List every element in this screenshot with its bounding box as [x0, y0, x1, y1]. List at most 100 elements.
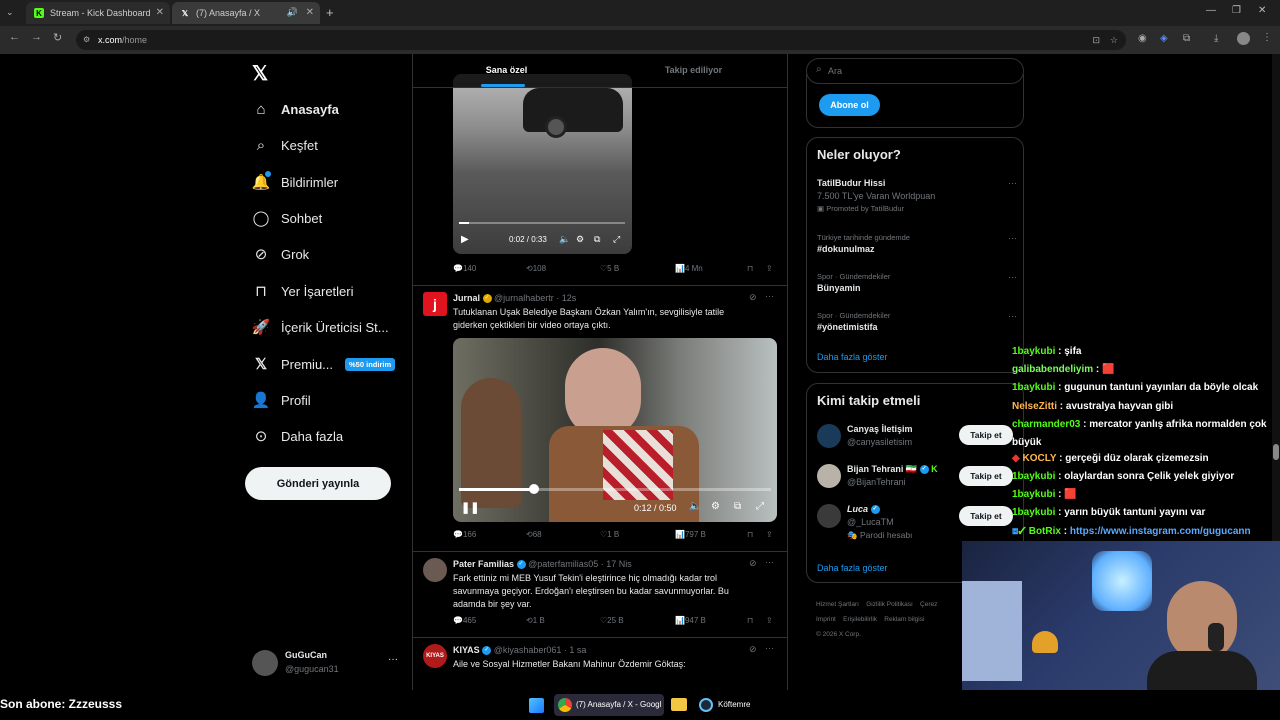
reply-action[interactable]: 💬 166 [453, 530, 476, 539]
x-logo-icon[interactable]: 𝕏 [252, 61, 268, 86]
volume-icon[interactable]: 🔈 [689, 501, 701, 512]
follow-button[interactable]: Takip et [959, 466, 1013, 486]
volume-icon[interactable]: 🔈 [559, 234, 570, 245]
forward-icon[interactable]: → [31, 31, 42, 43]
tweet[interactable]: j Jurnal ✓ @jurnalhabertr · 12s ⊘ ··· Tu… [413, 286, 787, 552]
follow-button[interactable]: Takip et [959, 506, 1013, 526]
show-more-link[interactable]: Daha fazla göster [817, 352, 888, 362]
back-icon[interactable]: ← [9, 31, 20, 43]
video-progress-knob[interactable] [528, 484, 539, 494]
nav-creator-studio[interactable]: 🚀 İçerik Üreticisi St... [252, 315, 389, 339]
more-icon[interactable]: ··· [765, 557, 774, 567]
author-name[interactable]: KIYAS [453, 645, 480, 655]
fullscreen-icon[interactable]: ⤢ [613, 234, 620, 245]
share-icon[interactable]: ⇪ [766, 616, 773, 625]
more-icon[interactable]: ··· [388, 654, 398, 665]
footer-link[interactable]: Erişilebilirlik [843, 616, 877, 623]
pip-icon[interactable]: ⧉ [734, 501, 741, 512]
speaker-icon[interactable]: 🔊 [287, 7, 298, 18]
footer-link[interactable]: Reklam bilgisi [884, 616, 924, 623]
more-icon[interactable]: ··· [1008, 311, 1017, 321]
retweet-action[interactable]: ⟲ 108 [526, 264, 546, 273]
file-explorer-icon[interactable] [671, 698, 687, 711]
extensions-puzzle-icon[interactable]: ⧉ [1183, 33, 1190, 44]
grok-icon[interactable]: ⊘ [749, 644, 757, 655]
minimize-icon[interactable]: — [1206, 5, 1216, 16]
bookmark-icon[interactable]: ⊓ [747, 616, 753, 625]
bookmark-icon[interactable]: ⊓ [747, 530, 753, 539]
nav-home[interactable]: ⌂ Anasayfa [252, 97, 338, 121]
author-handle[interactable]: @paterfamilias05 [528, 559, 598, 569]
site-info-icon[interactable]: ⚙ [83, 30, 90, 50]
more-icon[interactable]: ··· [1008, 178, 1017, 188]
footer-link[interactable]: Imprint [816, 616, 836, 623]
author-handle[interactable]: @jurnalhabertr [494, 293, 554, 303]
account-switcher[interactable]: GuGuCan @gugucan31 ··· [250, 646, 402, 680]
url-field[interactable]: ⚙ x.com/home ⊡ ☆ [76, 30, 1126, 50]
post-button[interactable]: Gönderi yayınla [245, 467, 391, 500]
pip-icon[interactable]: ⧉ [594, 234, 600, 245]
author-name[interactable]: Pater Familias [453, 559, 514, 569]
footer-link[interactable]: Çerez [920, 601, 937, 608]
author-handle[interactable]: @kiyashaber061 [494, 645, 562, 655]
settings-icon[interactable]: ⚙ [711, 501, 720, 512]
nav-grok[interactable]: ⊘ Grok [252, 242, 309, 266]
show-more-link[interactable]: Daha fazla göster [817, 563, 888, 573]
bookmark-star-icon[interactable]: ☆ [1110, 30, 1118, 50]
share-icon[interactable]: ⇪ [766, 264, 773, 273]
close-tab-icon[interactable]: ✕ [306, 7, 314, 18]
maximize-icon[interactable]: ❐ [1232, 5, 1241, 16]
like-action[interactable]: ♡ 1 B [600, 530, 619, 539]
window-close-icon[interactable]: ✕ [1258, 5, 1266, 16]
like-action[interactable]: ♡ 5 B [600, 264, 619, 273]
views-action[interactable]: 📊 4 Mn [675, 264, 703, 273]
more-icon[interactable]: ··· [1008, 233, 1017, 243]
trend-item[interactable]: TatilBudur Hissi 7.500 TL'ye Varan World… [817, 178, 1017, 213]
reload-icon[interactable]: ↻ [53, 31, 62, 44]
nav-explore[interactable]: ⌕ Keşfet [252, 133, 318, 157]
views-action[interactable]: 📊 947 B [675, 616, 706, 625]
author-name[interactable]: Jurnal [453, 293, 480, 303]
nav-more[interactable]: ⊙ Daha fazla [252, 424, 343, 448]
nav-bookmarks[interactable]: ⊓ Yer İşaretleri [252, 279, 353, 303]
reply-action[interactable]: 💬 140 [453, 264, 476, 273]
footer-link[interactable]: Gizlilik Politikası [866, 601, 913, 608]
install-icon[interactable]: ⊡ [1092, 30, 1100, 50]
fullscreen-icon[interactable]: ⤢ [756, 501, 764, 512]
like-action[interactable]: ♡ 25 B [600, 616, 624, 625]
tweet[interactable]: Pater Familias ✓ @paterfamilias05 · 17 N… [413, 552, 787, 638]
footer-link[interactable]: Hizmet Şartları [816, 601, 859, 608]
views-action[interactable]: 📊 797 B [675, 530, 706, 539]
grok-icon[interactable]: ⊘ [749, 292, 757, 303]
taskbar-item-steam[interactable]: Köftemre [696, 694, 766, 716]
more-icon[interactable]: ··· [1008, 272, 1017, 282]
follow-button[interactable]: Takip et [959, 425, 1013, 445]
nav-notifications[interactable]: 🔔 Bildirimler [252, 170, 338, 194]
trend-item[interactable]: Spor · Gündemdekiler Bünyamin ··· [817, 272, 1017, 293]
nav-profile[interactable]: 👤 Profil [252, 388, 311, 412]
new-tab-icon[interactable]: + [326, 5, 334, 20]
video-progress-track[interactable] [459, 222, 625, 224]
nav-premium[interactable]: 𝕏 Premiu... %50 indirim [252, 352, 396, 376]
menu-icon[interactable]: ⋮ [1262, 32, 1272, 43]
more-icon[interactable]: ··· [765, 291, 774, 301]
retweet-action[interactable]: ⟲ 68 [526, 530, 542, 539]
trend-item[interactable]: Spor · Gündemdekiler #yönetimistifa ··· [817, 311, 1017, 332]
taskbar-item-chrome[interactable]: (7) Anasayfa / X - Googl [554, 694, 664, 716]
downloads-icon[interactable]: ⤓ [1214, 33, 1218, 44]
pause-icon[interactable]: ❚❚ [461, 501, 479, 514]
play-icon[interactable]: ▶ [461, 234, 469, 245]
trend-item[interactable]: Türkiye tarihinde gündemde #dokunulmaz ·… [817, 233, 1017, 254]
more-icon[interactable]: ··· [765, 643, 774, 653]
tab-list-icon[interactable]: ⌄ [6, 7, 14, 18]
nav-chat[interactable]: ◯ Sohbet [252, 206, 323, 230]
profile-avatar[interactable] [1237, 32, 1250, 45]
tab-kick-dashboard[interactable]: K Stream - Kick Dashboard ✕ [26, 2, 170, 24]
video-player[interactable]: ❚❚ 0:12 / 0:50 🔈 ⚙ ⧉ ⤢ [453, 338, 777, 522]
share-icon[interactable]: ⇪ [766, 530, 773, 539]
close-tab-icon[interactable]: ✕ [156, 7, 164, 18]
subscribe-button[interactable]: Abone ol [819, 94, 880, 116]
tab-x-home[interactable]: 𝕏 (7) Anasayfa / X 🔊 ✕ [172, 2, 320, 24]
tab-following[interactable]: Takip ediliyor [600, 54, 787, 88]
windows-start-icon[interactable] [529, 698, 544, 713]
